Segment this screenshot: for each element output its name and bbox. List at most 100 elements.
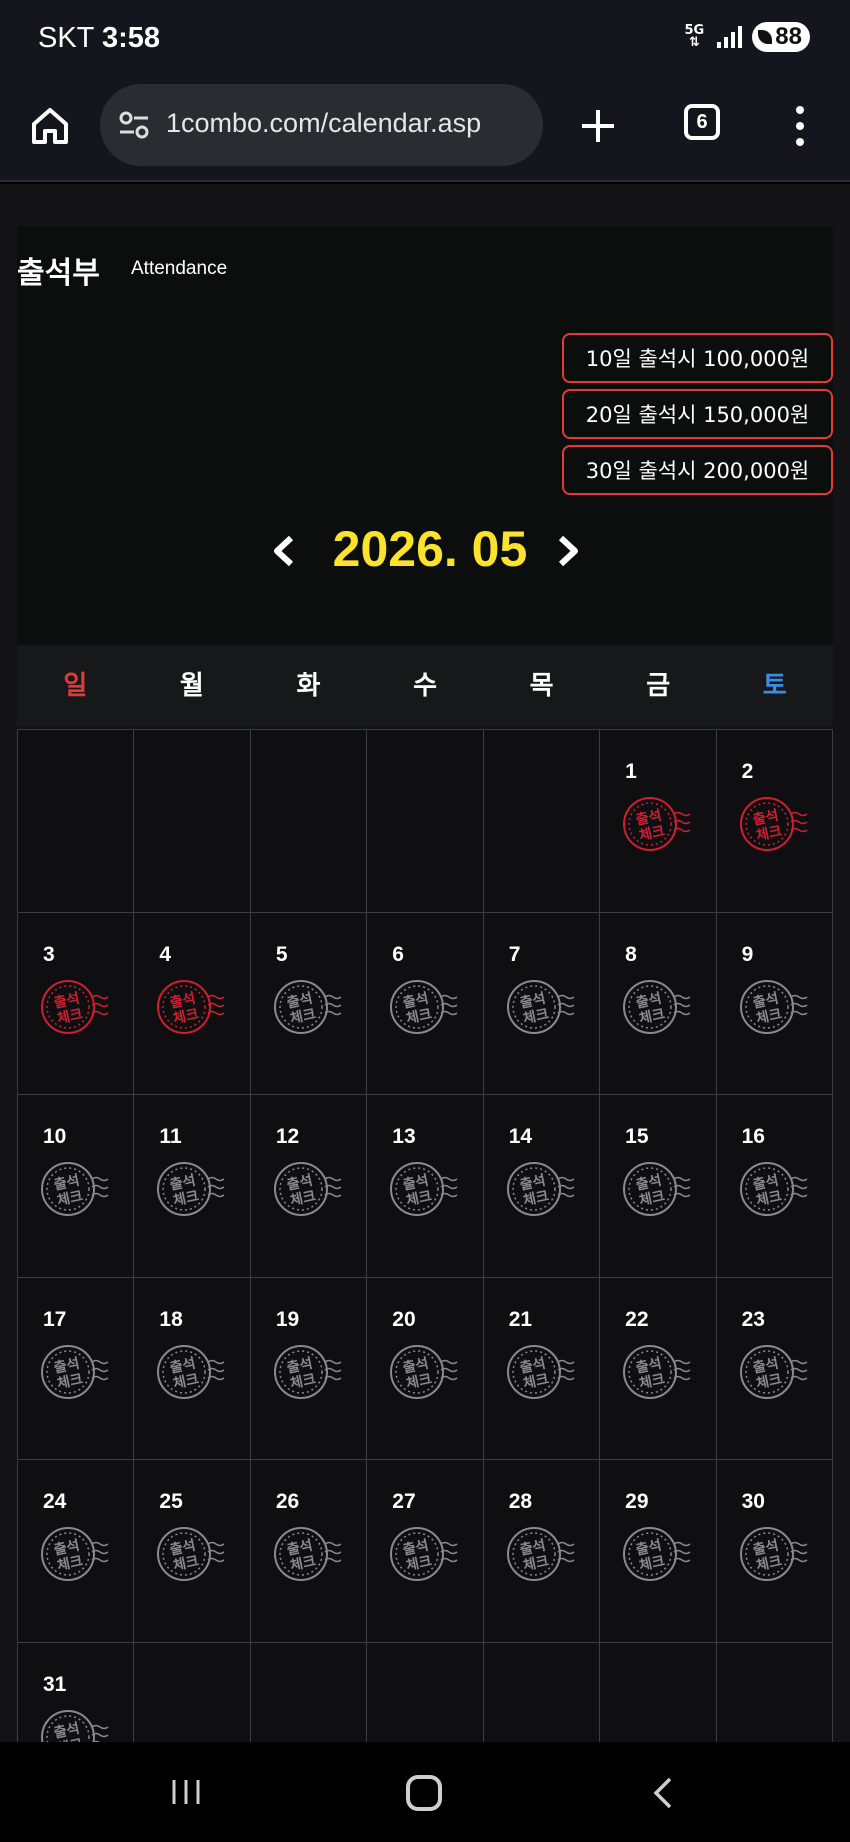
attendance-stamp-icon: 출석체크 (390, 1344, 458, 1399)
calendar-day-29[interactable]: 29 출석 체크 (600, 1460, 717, 1643)
calendar-day-1[interactable]: 1 출석 체크 (600, 730, 717, 913)
attendance-stamp-icon: 출석체크 (390, 1162, 458, 1216)
attendance-header: 출석부 Attendance 10일 출석시 100,000원 20일 출석시 … (17, 226, 833, 644)
attendance-stamp-icon: 출석체크 (273, 1162, 342, 1216)
new-tab-icon[interactable] (578, 106, 618, 146)
address-bar[interactable]: 1combo.com/calendar.asp (100, 84, 543, 166)
weekday-tue: 화 (296, 671, 321, 701)
calendar-day-26[interactable]: 26 출석 체크 (250, 1460, 368, 1643)
attendance-stamp-icon: 출석체크 (390, 979, 458, 1034)
day-number: 25 (159, 1490, 183, 1513)
battery-icon: 88 (752, 22, 810, 52)
day-number: 3 (43, 942, 55, 966)
attendance-stamp-icon: 출석체크 (739, 1162, 808, 1216)
system-nav-bar (0, 1742, 850, 1842)
attendance-stamp-icon: 출석체크 (41, 1527, 109, 1581)
day-number: 23 (741, 1307, 765, 1331)
weekday-sat: 토 (762, 671, 787, 701)
site-settings-icon[interactable] (118, 110, 150, 140)
calendar-day-30[interactable]: 30 출석 체크 (716, 1460, 833, 1643)
network-5g-icon: 5G ⇅ (684, 23, 705, 50)
weekday-wed: 수 (413, 671, 437, 701)
current-month: 2026. 05 (332, 521, 528, 577)
attendance-stamp-icon: 출석체크 (739, 797, 808, 851)
calendar-day-28[interactable]: 28 출석 체크 (483, 1460, 601, 1643)
attendance-stamp-icon: 출석체크 (273, 979, 342, 1034)
home-nav-icon[interactable] (406, 1775, 442, 1811)
calendar-day-19[interactable]: 19 출석 체크 (250, 1277, 368, 1460)
attendance-stamp-icon: 출석체크 (157, 1527, 225, 1581)
day-number: 26 (275, 1490, 300, 1513)
day-number: 13 (392, 1125, 416, 1148)
calendar-day-23[interactable]: 23 출석 체크 (716, 1277, 833, 1460)
day-number: 27 (392, 1490, 416, 1513)
calendar-grid: 1 출석 체크 2 출석 체크 3 출석 체크 4 출석 체크 5 출석 체크 6 출석 체크 7 출석 체크 8 출석 체크… (17, 729, 833, 1825)
day-number: 6 (392, 942, 404, 966)
calendar-day-12[interactable]: 12 출석 체크 (250, 1095, 368, 1278)
calendar-day-18[interactable]: 18 출석 체크 (134, 1277, 251, 1460)
day-number: 10 (43, 1125, 67, 1148)
calendar-day-21[interactable]: 21 출석 체크 (483, 1277, 601, 1460)
attendance-stamp-icon: 출석체크 (273, 1344, 342, 1399)
calendar-day-5[interactable]: 5 출석 체크 (250, 912, 368, 1095)
browser-toolbar: 1combo.com/calendar.asp 6 (0, 80, 850, 182)
day-number: 19 (275, 1307, 300, 1331)
day-number: 4 (159, 942, 172, 966)
clock: 3:58 (101, 22, 160, 54)
calendar-day-13[interactable]: 13 출석 체크 (367, 1095, 484, 1278)
back-icon[interactable] (648, 1776, 678, 1810)
calendar-day-3[interactable]: 3 출석 체크 (18, 912, 135, 1095)
calendar-day-11[interactable]: 11 출석 체크 (134, 1095, 251, 1278)
attendance-stamp-icon: 출석체크 (157, 979, 225, 1034)
url-text[interactable]: 1combo.com/calendar.asp (166, 108, 481, 139)
calendar-day-4[interactable]: 4 출석 체크 (134, 912, 251, 1095)
prev-month-icon[interactable] (269, 534, 299, 568)
calendar-day-24[interactable]: 24 출석 체크 (18, 1460, 135, 1643)
day-number: 22 (625, 1307, 649, 1331)
day-number: 2 (741, 760, 754, 783)
calendar-day-22[interactable]: 22 출석 체크 (600, 1277, 717, 1460)
calendar-day-20[interactable]: 20 출석 체크 (367, 1277, 484, 1460)
day-number: 16 (741, 1125, 765, 1148)
weekday-fri: 금 (646, 671, 671, 701)
attendance-stamp-icon: 출석체크 (41, 1344, 109, 1399)
home-icon[interactable] (28, 104, 72, 148)
next-month-icon[interactable] (553, 534, 583, 568)
calendar-day-2[interactable]: 2 출석 체크 (716, 730, 833, 913)
calendar-day-25[interactable]: 25 출석 체크 (134, 1460, 251, 1643)
more-menu-icon[interactable] (790, 106, 810, 146)
attendance-stamp-icon: 출석체크 (506, 979, 575, 1034)
calendar-empty-cell (483, 730, 601, 913)
recent-apps-icon[interactable] (170, 1778, 202, 1806)
calendar-day-17[interactable]: 17 출석 체크 (18, 1277, 135, 1460)
day-number: 20 (392, 1307, 416, 1331)
day-number: 8 (625, 942, 637, 966)
calendar-empty-cell (18, 730, 135, 913)
attendance-stamp-icon: 출석체크 (273, 1527, 342, 1581)
attendance-stamp-icon: 출석체크 (739, 979, 808, 1034)
day-number: 14 (508, 1125, 533, 1148)
calendar-day-6[interactable]: 6 출석 체크 (367, 912, 484, 1095)
calendar-day-15[interactable]: 15 출석 체크 (600, 1095, 717, 1278)
calendar-day-8[interactable]: 8 출석 체크 (600, 912, 717, 1095)
status-bar: SKT 3:58 5G ⇅ 88 (0, 0, 850, 80)
attendance-stamp-icon: 출석체크 (506, 1344, 575, 1399)
calendar-empty-cell (134, 730, 251, 913)
weekday-mon: 월 (179, 671, 204, 701)
calendar-day-14[interactable]: 14 출석 체크 (483, 1095, 601, 1278)
day-number: 24 (43, 1490, 67, 1513)
weekday-header: 일 월 화 수 목 금 토 (17, 646, 833, 726)
day-number: 11 (159, 1125, 182, 1148)
tab-switcher-button[interactable]: 6 (684, 104, 720, 140)
tab-count: 6 (696, 110, 708, 133)
calendar-day-9[interactable]: 9 출석 체크 (716, 912, 833, 1095)
calendar-day-10[interactable]: 10 출석 체크 (18, 1095, 135, 1278)
attendance-stamp-icon: 출석체크 (390, 1527, 458, 1581)
calendar-day-16[interactable]: 16 출석 체크 (716, 1095, 833, 1278)
status-icons: 5G ⇅ 88 (681, 22, 810, 52)
carrier-label: SKT (38, 22, 94, 54)
calendar-day-27[interactable]: 27 출석 체크 (367, 1460, 484, 1643)
page-title: 출석부 (17, 256, 100, 291)
calendar-day-7[interactable]: 7 출석 체크 (483, 912, 601, 1095)
attendance-stamp-icon: 출석체크 (506, 1162, 575, 1216)
